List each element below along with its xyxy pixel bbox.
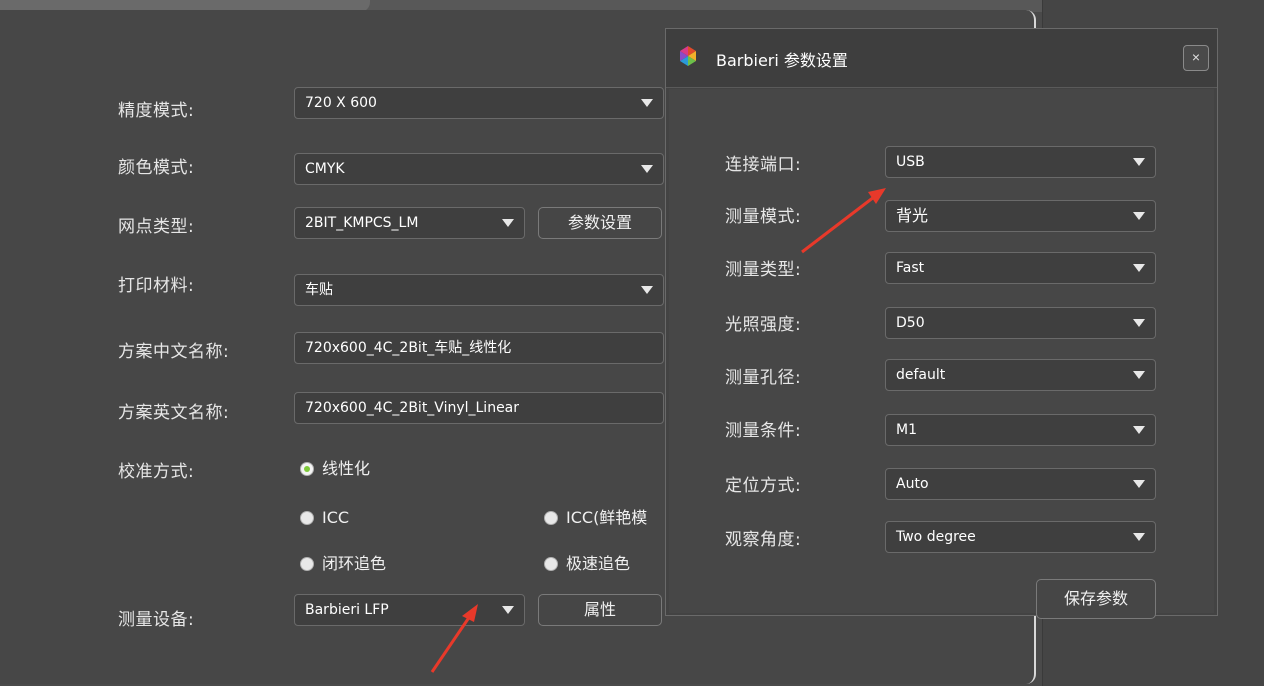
- radio-label: 闭环追色: [322, 554, 387, 573]
- observer-label: 观察角度:: [725, 530, 802, 550]
- radio-icon: [544, 511, 558, 525]
- measure-mode-value: 背光: [896, 206, 929, 225]
- close-button[interactable]: ×: [1183, 45, 1209, 71]
- chevron-down-icon: [1133, 426, 1145, 434]
- dialog-titlebar[interactable]: Barbieri 参数设置 ×: [666, 29, 1217, 88]
- chevron-down-icon: [1133, 212, 1145, 220]
- chevron-down-icon: [641, 99, 653, 107]
- aperture-label: 测量孔径:: [725, 368, 802, 388]
- en-name-label: 方案英文名称:: [118, 403, 230, 423]
- en-name-input[interactable]: 720x600_4C_2Bit_Vinyl_Linear: [294, 392, 664, 424]
- chevron-down-icon: [1133, 480, 1145, 488]
- chevron-down-icon: [641, 165, 653, 173]
- radio-closed-loop[interactable]: 闭环追色: [298, 552, 386, 576]
- aperture-value: default: [896, 367, 946, 383]
- measure-mode-select[interactable]: 背光: [885, 200, 1156, 232]
- barbieri-logo-icon: [680, 46, 696, 66]
- screen: 精度模式: 720 X 600 颜色模式: CMYK 网点类型: 2BIT_KM…: [0, 0, 1264, 686]
- dot-type-label: 网点类型:: [118, 217, 195, 237]
- chevron-down-icon: [641, 286, 653, 294]
- dialog-body: 连接端口: USB 测量模式: 背光 测量类型: Fast 光照强度: D50 …: [669, 89, 1214, 619]
- chevron-down-icon: [502, 606, 514, 614]
- properties-button[interactable]: 属性: [538, 594, 662, 626]
- radio-fast-tracking[interactable]: 极速追色: [542, 552, 630, 576]
- measure-type-label: 测量类型:: [725, 260, 802, 280]
- positioning-select[interactable]: Auto: [885, 468, 1156, 500]
- param-settings-button[interactable]: 参数设置: [538, 207, 662, 239]
- radio-label: 线性化: [322, 459, 371, 478]
- chevron-down-icon: [502, 219, 514, 227]
- chevron-down-icon: [1133, 371, 1145, 379]
- precision-mode-label: 精度模式:: [118, 101, 195, 121]
- radio-label: ICC: [322, 508, 350, 527]
- color-mode-label: 颜色模式:: [118, 158, 195, 178]
- cn-name-input[interactable]: 720x600_4C_2Bit_车贴_线性化: [294, 332, 664, 364]
- observer-value: Two degree: [896, 529, 976, 545]
- radio-label: ICC(鲜艳模: [566, 508, 648, 527]
- radio-icon: [544, 557, 558, 571]
- chevron-down-icon: [1133, 533, 1145, 541]
- condition-label: 测量条件:: [725, 421, 802, 441]
- radio-icc[interactable]: ICC: [298, 506, 349, 530]
- barbieri-settings-dialog: Barbieri 参数设置 × 连接端口: USB 测量模式: 背光 测量类型:…: [665, 28, 1218, 619]
- illuminant-select[interactable]: D50: [885, 307, 1156, 339]
- color-mode-value: CMYK: [305, 161, 345, 177]
- measure-device-label: 测量设备:: [118, 610, 195, 630]
- radio-icon: [300, 557, 314, 571]
- radio-icon: [300, 511, 314, 525]
- radio-label: 极速追色: [566, 554, 631, 573]
- measure-device-value: Barbieri LFP: [305, 602, 389, 618]
- radio-linearization[interactable]: 线性化: [298, 457, 370, 481]
- measure-type-value: Fast: [896, 260, 925, 276]
- print-material-value: 车贴: [305, 282, 333, 298]
- dot-type-value: 2BIT_KMPCS_LM: [305, 215, 419, 231]
- print-material-label: 打印材料:: [118, 276, 195, 296]
- positioning-label: 定位方式:: [725, 476, 802, 496]
- chevron-down-icon: [1133, 264, 1145, 272]
- positioning-value: Auto: [896, 476, 929, 492]
- measure-mode-label: 测量模式:: [725, 207, 802, 227]
- color-mode-select[interactable]: CMYK: [294, 153, 664, 185]
- illuminant-label: 光照强度:: [725, 315, 802, 335]
- observer-select[interactable]: Two degree: [885, 521, 1156, 553]
- print-material-select[interactable]: 车贴: [294, 274, 664, 306]
- radio-selected-icon: [300, 462, 314, 476]
- aperture-select[interactable]: default: [885, 359, 1156, 391]
- en-name-value: 720x600_4C_2Bit_Vinyl_Linear: [305, 400, 520, 416]
- dialog-title: Barbieri 参数设置: [716, 51, 848, 70]
- illuminant-value: D50: [896, 315, 925, 331]
- precision-mode-select[interactable]: 720 X 600: [294, 87, 664, 119]
- close-icon: ×: [1191, 49, 1201, 65]
- save-params-button[interactable]: 保存参数: [1036, 579, 1156, 619]
- cn-name-value: 720x600_4C_2Bit_车贴_线性化: [305, 340, 512, 356]
- measure-type-select[interactable]: Fast: [885, 252, 1156, 284]
- port-value: USB: [896, 154, 925, 170]
- condition-select[interactable]: M1: [885, 414, 1156, 446]
- port-select[interactable]: USB: [885, 146, 1156, 178]
- dot-type-select[interactable]: 2BIT_KMPCS_LM: [294, 207, 525, 239]
- measure-device-select[interactable]: Barbieri LFP: [294, 594, 525, 626]
- condition-value: M1: [896, 422, 917, 438]
- chevron-down-icon: [1133, 319, 1145, 327]
- precision-mode-value: 720 X 600: [305, 95, 377, 111]
- calibration-label: 校准方式:: [118, 462, 195, 482]
- cn-name-label: 方案中文名称:: [118, 342, 230, 362]
- port-label: 连接端口:: [725, 155, 802, 175]
- chevron-down-icon: [1133, 158, 1145, 166]
